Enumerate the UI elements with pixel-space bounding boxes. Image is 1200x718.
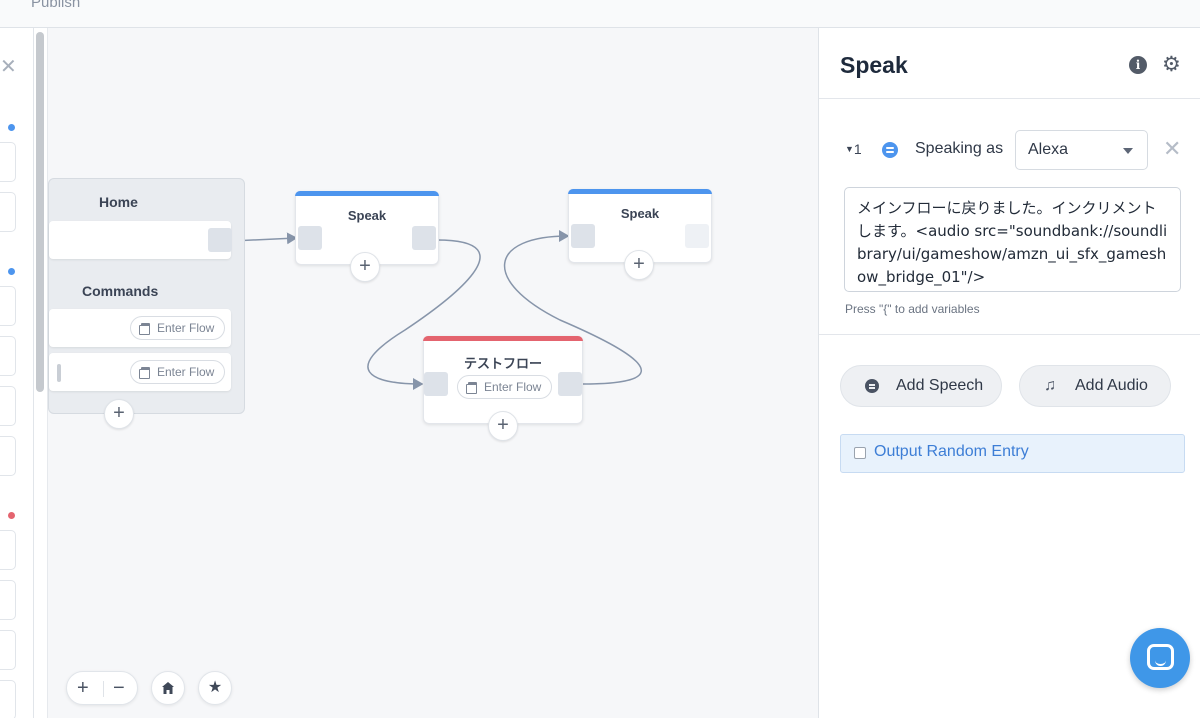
home-button[interactable]: [151, 671, 185, 705]
star-icon: ★: [207, 679, 223, 696]
add-speech-button[interactable]: Add Speech: [840, 365, 1002, 407]
speaking-as-label: Speaking as: [915, 140, 1004, 157]
add-step-button[interactable]: +: [488, 411, 518, 441]
chat-icon: [1147, 644, 1174, 670]
enter-flow-button[interactable]: Enter Flow: [130, 316, 226, 340]
panel-title: Speak: [840, 52, 908, 78]
random-entry-checkbox[interactable]: [854, 447, 866, 459]
gear-icon[interactable]: ⚙: [1162, 52, 1181, 77]
left-sidebar: ✕: [0, 28, 34, 718]
random-entry-label: Output Random Entry: [874, 443, 1029, 460]
divider: [103, 681, 104, 697]
output-port[interactable]: [685, 224, 709, 248]
speech-text-input[interactable]: メインフローに戻りました。インクリメントします。<audio src="soun…: [844, 187, 1181, 292]
output-port[interactable]: [412, 226, 436, 250]
enter-flow-button[interactable]: Enter Flow: [457, 375, 553, 399]
output-port[interactable]: [208, 228, 232, 252]
output-port[interactable]: [558, 372, 582, 396]
variables-hint: Press "{" to add variables: [845, 302, 980, 316]
home-step[interactable]: [49, 221, 232, 259]
star-button[interactable]: ★: [198, 671, 232, 705]
sidebar-item[interactable]: [0, 192, 16, 232]
chevron-down-icon: [1123, 148, 1133, 154]
flow-icon: [139, 323, 150, 335]
music-note-icon: ♫: [1044, 377, 1056, 394]
sidebar-item[interactable]: [0, 530, 16, 570]
remove-entry-icon[interactable]: ✕: [1163, 136, 1181, 162]
sidebar-item[interactable]: [0, 386, 16, 426]
node-color-bar: [423, 336, 583, 341]
add-step-button[interactable]: +: [104, 399, 134, 429]
speech-icon: [882, 142, 898, 158]
info-icon[interactable]: i: [1129, 56, 1147, 74]
input-port[interactable]: [424, 372, 448, 396]
input-port[interactable]: [298, 226, 322, 250]
sidebar-scrollbar[interactable]: [36, 32, 44, 392]
node-color-bar: [295, 191, 439, 196]
node-title: Speak: [620, 206, 660, 221]
voice-select[interactable]: Alexa: [1015, 130, 1148, 170]
add-step-button[interactable]: +: [624, 250, 654, 280]
flow-icon: [139, 367, 150, 379]
status-dot: [8, 268, 15, 275]
node-title: テストフロー: [463, 356, 542, 371]
publish-button[interactable]: Publish: [31, 0, 80, 11]
command-row[interactable]: Enter Flow: [49, 309, 231, 347]
status-dot: [8, 124, 15, 131]
sidebar-item[interactable]: [0, 336, 16, 376]
speech-icon: [865, 379, 879, 393]
sidebar-item[interactable]: [0, 142, 16, 182]
entry-toggle[interactable]: ▼1: [845, 141, 862, 157]
output-random-entry-option[interactable]: Output Random Entry: [840, 434, 1185, 473]
zoom-in-button[interactable]: +: [77, 677, 89, 700]
sidebar-item[interactable]: [0, 436, 16, 476]
home-block-title: Home: [99, 194, 138, 210]
add-step-button[interactable]: +: [350, 252, 380, 282]
node-title: Speak: [347, 208, 387, 223]
sidebar-item[interactable]: [0, 630, 16, 670]
sidebar-item[interactable]: [0, 580, 16, 620]
commands-title: Commands: [82, 283, 159, 299]
caret-down-icon: ▼: [845, 144, 854, 154]
top-bar: Publish: [0, 0, 1200, 28]
zoom-out-button[interactable]: −: [113, 677, 125, 700]
command-row[interactable]: Enter Flow: [49, 353, 231, 391]
home-block[interactable]: Home Commands Enter Flow Enter Flow: [48, 178, 245, 414]
add-audio-button[interactable]: ♫ Add Audio: [1019, 365, 1171, 407]
sidebar-item[interactable]: [0, 286, 16, 326]
close-icon[interactable]: ✕: [0, 54, 17, 79]
divider: [819, 98, 1200, 99]
zoom-controls: + −: [66, 671, 138, 705]
input-port[interactable]: [571, 224, 595, 248]
sidebar-item[interactable]: [0, 680, 16, 718]
divider: [819, 334, 1200, 335]
voice-select-value: Alexa: [1028, 141, 1069, 158]
flow-icon: [466, 382, 477, 394]
enter-flow-button[interactable]: Enter Flow: [130, 360, 226, 384]
drag-handle[interactable]: [57, 364, 61, 382]
home-icon: [162, 682, 174, 694]
chat-launcher-button[interactable]: [1130, 628, 1190, 688]
status-dot: [8, 512, 15, 519]
node-color-bar: [568, 189, 712, 194]
properties-panel: Speak i ⚙ ▼1 Speaking as Alexa ✕ メインフローに…: [818, 28, 1200, 718]
